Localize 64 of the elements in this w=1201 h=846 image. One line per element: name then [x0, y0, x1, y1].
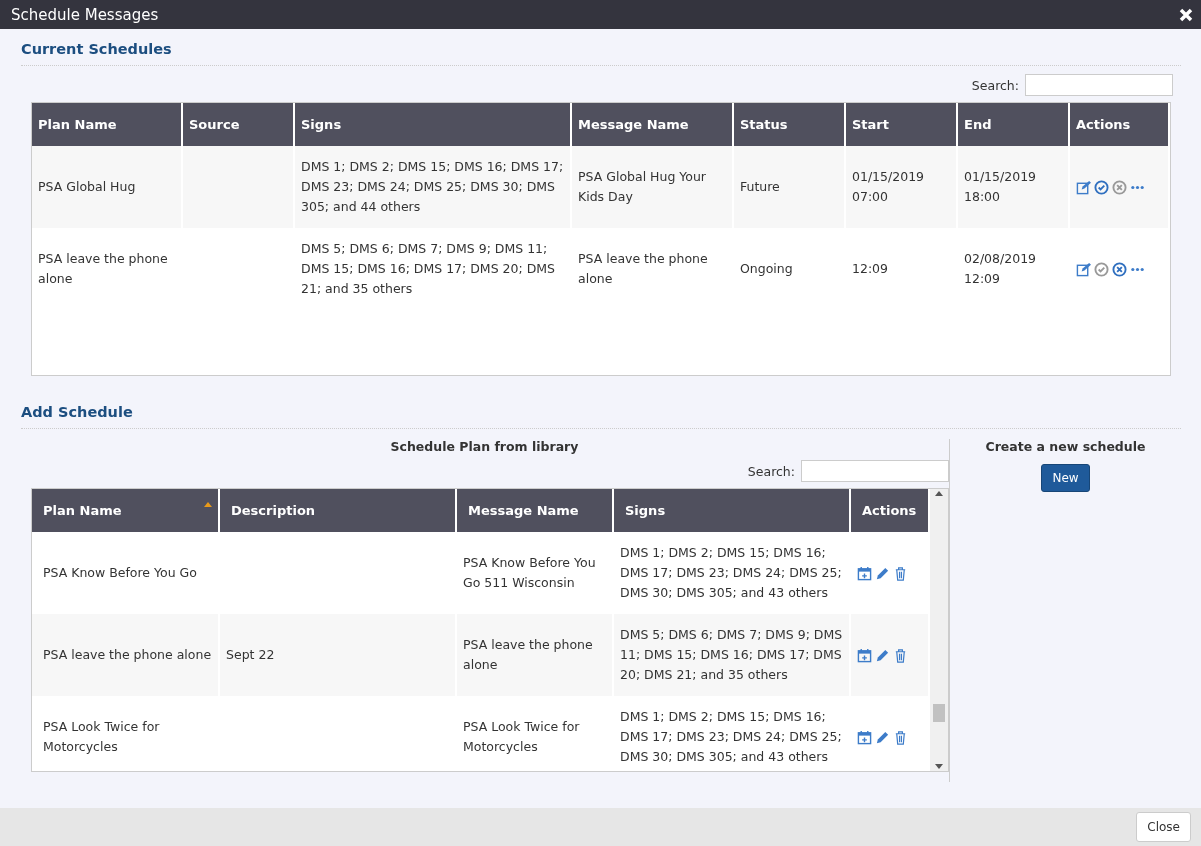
- calendar-plus-icon[interactable]: [857, 647, 872, 663]
- pencil-icon[interactable]: [875, 565, 890, 581]
- new-button[interactable]: New: [1041, 464, 1090, 492]
- table-cell: PSA Global Hug: [38, 179, 136, 194]
- calendar-plus-icon[interactable]: [857, 565, 872, 581]
- column-header[interactable]: Description: [219, 489, 456, 532]
- table-cell: Ongoing: [740, 261, 793, 276]
- table-cell: DMS 1; DMS 2; DMS 15; DMS 16; DMS 17; DMS 23; DMS 24; DMS 25; DMS 30; DMS 305; and 44 others: [301, 159, 564, 214]
- table-cell: PSA leave the phone alone: [463, 637, 593, 672]
- search-label: Search:: [747, 463, 795, 479]
- table-cell: Sept 22: [226, 647, 275, 662]
- cancel-circle-icon[interactable]: [1112, 261, 1127, 277]
- scroll-thumb[interactable]: [933, 704, 945, 722]
- table-cell: DMS 5; DMS 6; DMS 7; DMS 9; DMS 11; DMS 15; DMS 16; DMS 17; DMS 20; DMS 21; and 35 others: [301, 241, 555, 296]
- table-cell: PSA Look Twice for Motorcycles: [43, 719, 160, 754]
- column-header[interactable]: Source: [182, 103, 294, 146]
- column-header[interactable]: End: [957, 103, 1069, 146]
- edit-icon[interactable]: [1076, 261, 1091, 277]
- section-heading: Current Schedules: [21, 41, 1181, 66]
- table-cell: PSA leave the phone alone: [43, 647, 212, 662]
- table-cell: PSA Know Before You Go 511 Wisconsin: [463, 555, 596, 590]
- panel-title: Create a new schedule: [985, 439, 1146, 454]
- table-cell: 01/15/2019 07:00: [852, 169, 925, 204]
- column-header[interactable]: Plan Name: [32, 489, 219, 532]
- scroll-down-icon[interactable]: [935, 764, 943, 769]
- close-button[interactable]: Close: [1136, 812, 1191, 842]
- search-label: Search:: [971, 77, 1019, 93]
- scroll-up-icon[interactable]: [935, 491, 943, 496]
- table-cell: Future: [740, 179, 780, 194]
- trash-icon[interactable]: [893, 647, 908, 663]
- column-header[interactable]: Status: [733, 103, 845, 146]
- search-field[interactable]: [801, 460, 949, 482]
- table-cell: PSA leave the phone alone: [38, 251, 168, 286]
- calendar-plus-icon[interactable]: [857, 729, 872, 745]
- table-cell: PSA Know Before You Go: [43, 565, 197, 580]
- check-circle-icon[interactable]: [1094, 179, 1109, 195]
- column-header[interactable]: Message Name: [456, 489, 613, 532]
- column-header[interactable]: Signs: [613, 489, 850, 532]
- trash-icon[interactable]: [893, 565, 908, 581]
- scrollbar[interactable]: [930, 489, 948, 771]
- table-cell: PSA Look Twice for Motorcycles: [463, 719, 580, 754]
- table-cell: PSA leave the phone alone: [578, 251, 708, 286]
- table-cell: DMS 5; DMS 6; DMS 7; DMS 9; DMS 11; DMS 15; DMS 16; DMS 17; DMS 20; DMS 21; and 35 others: [620, 627, 843, 682]
- section-heading: Add Schedule: [21, 404, 1181, 429]
- panel-title: Schedule Plan from library: [389, 439, 580, 454]
- column-header[interactable]: Signs: [294, 103, 571, 146]
- column-header[interactable]: Actions: [850, 489, 929, 532]
- column-header[interactable]: Start: [845, 103, 957, 146]
- trash-icon[interactable]: [893, 729, 908, 745]
- table-cell: DMS 1; DMS 2; DMS 15; DMS 16; DMS 17; DMS 23; DMS 24; DMS 25; DMS 30; DMS 305; and 43 others: [620, 709, 842, 764]
- table-cell: 01/15/2019 18:00: [964, 169, 1037, 204]
- pencil-icon[interactable]: [875, 647, 890, 663]
- edit-icon[interactable]: [1076, 179, 1091, 195]
- column-header[interactable]: Message Name: [571, 103, 733, 146]
- pencil-icon[interactable]: [875, 729, 890, 745]
- search-field[interactable]: [1025, 74, 1173, 96]
- close-icon[interactable]: [1179, 7, 1193, 22]
- table-cell: 02/08/2019 12:09: [964, 251, 1037, 286]
- column-header[interactable]: Actions: [1069, 103, 1169, 146]
- window-title: Schedule Messages: [11, 5, 159, 24]
- table-cell: PSA Global Hug Your Kids Day: [578, 169, 706, 204]
- table-cell: 12:09: [852, 261, 889, 276]
- table-cell: DMS 1; DMS 2; DMS 15; DMS 16; DMS 17; DMS 23; DMS 24; DMS 25; DMS 30; DMS 305; and 43 others: [620, 545, 842, 600]
- column-header[interactable]: Plan Name: [32, 103, 182, 146]
